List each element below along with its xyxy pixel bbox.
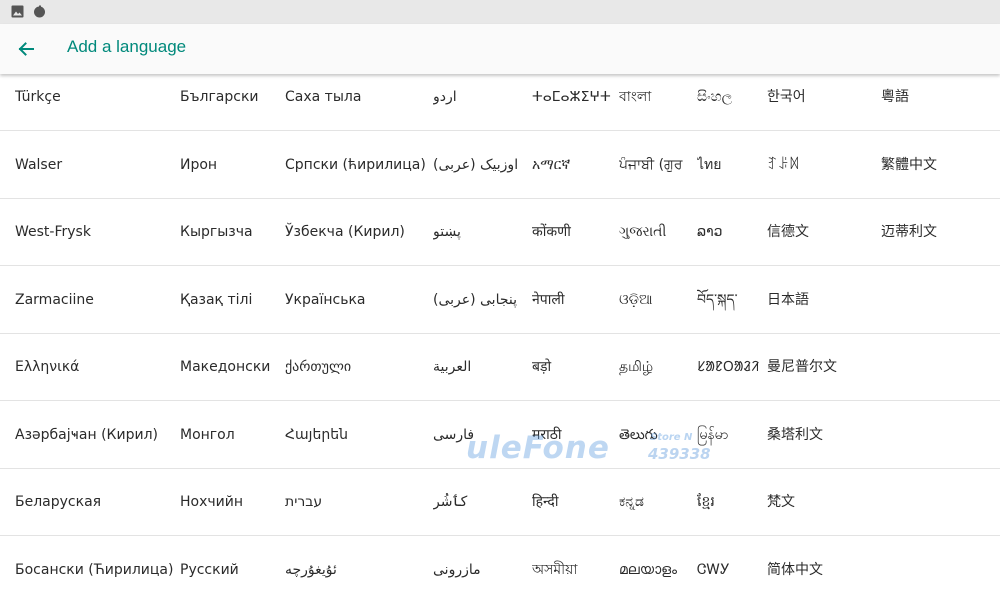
language-option[interactable]: हिन्दी [532, 480, 617, 524]
language-option[interactable]: 梵文 [767, 480, 879, 524]
language-option[interactable]: Нохчийн [180, 480, 283, 524]
language-option[interactable]: اوزبیک (عربی) [433, 143, 530, 187]
app-notification-icon [34, 5, 45, 18]
language-option[interactable]: বাংলা [619, 75, 695, 119]
language-option[interactable]: עברית [285, 480, 431, 524]
language-option[interactable]: ᱥᱟᱱᱛᱟᱲᱤ [697, 345, 765, 389]
language-option[interactable]: Ирон [180, 143, 283, 187]
language-grid: Türkçe Български Саха тыла اردو ⵜⴰⵎⴰⵣⵉⵖⵜ বাংল… [0, 75, 1000, 593]
page-title: Add a language [67, 37, 187, 56]
language-option[interactable]: 信德文 [767, 210, 879, 254]
language-option[interactable]: Zarmaciine [15, 278, 178, 322]
language-option[interactable]: العربية [433, 345, 530, 389]
language-option[interactable]: Русский [180, 548, 283, 592]
language-row: Босански (Ћирилица) Русский ئۇيغۇرچە مازرون… [0, 536, 1000, 593]
language-option[interactable]: मराठी [532, 413, 617, 457]
language-option[interactable]: မြန်မာ [697, 413, 765, 457]
image-icon [11, 5, 24, 18]
language-option[interactable]: 桑塔利文 [767, 413, 879, 457]
language-option[interactable]: Ўзбекча (Кирил) [285, 210, 431, 254]
language-option[interactable]: Български [180, 75, 283, 119]
language-option[interactable]: Македонски [180, 345, 283, 389]
language-row: West-Frysk Кыргызча Ўзбекча (Кирил) پښتو कों… [0, 198, 1000, 266]
language-option[interactable]: Українська [285, 278, 431, 322]
language-row: Азәрбајҹан (Кирил) Монгол Հայերեն فارسی मराठ… [0, 401, 1000, 469]
language-option[interactable]: Türkçe [15, 75, 178, 119]
language-option[interactable]: Саха тыла [285, 75, 431, 119]
language-option[interactable]: සිංහල [697, 75, 765, 119]
language-option[interactable]: Азәрбајҹан (Кирил) [15, 413, 178, 457]
language-option[interactable]: Ελληνικά [15, 345, 178, 389]
language-option[interactable]: ਪੰਜਾਬੀ (ਗੁਰ [619, 143, 695, 187]
language-row: Беларуская Нохчийн עברית کٲشُر हिन्दी ಕನ್ನಡ ខ្… [0, 468, 1000, 536]
language-row: Walser Ирон Српски (ћирилица) اوزبیک (عربی)… [0, 131, 1000, 199]
language-option[interactable]: অসমীয়া [532, 548, 617, 592]
language-option[interactable]: ગુજરાતી [619, 210, 695, 254]
language-option[interactable]: اردو [433, 75, 530, 119]
language-option[interactable]: Қазақ тілі [180, 278, 283, 322]
language-option[interactable]: 简体中文 [767, 548, 879, 592]
language-option[interactable]: తెలుగు [619, 413, 695, 457]
language-option[interactable]: فارسی [433, 413, 530, 457]
language-option[interactable]: Српски (ћирилица) [285, 143, 431, 187]
app-bar: Add a language [0, 24, 1000, 74]
language-option[interactable]: پنجابی (عربی) [433, 278, 530, 322]
language-option[interactable]: Босански (Ћирилица) [15, 548, 178, 592]
language-option[interactable]: ខ្មែរ [697, 480, 765, 524]
language-option[interactable]: ⵜⴰⵎⴰⵣⵉⵖⵜ [532, 75, 617, 119]
language-option[interactable]: کٲشُر [433, 480, 530, 524]
language-option[interactable]: कोंकणी [532, 210, 617, 254]
language-row: Türkçe Български Саха тыла اردو ⵜⴰⵎⴰⵣⵉⵖⵜ বাংল… [0, 75, 1000, 131]
language-option[interactable]: West-Frysk [15, 210, 178, 254]
language-option[interactable]: پښتو [433, 210, 530, 254]
language-option[interactable]: 한국어 [767, 75, 879, 119]
language-option[interactable]: Монгол [180, 413, 283, 457]
language-option[interactable]: ᏣᎳᎩ [697, 548, 765, 592]
language-option[interactable]: 迈蒂利文 [881, 210, 991, 254]
language-option[interactable]: தமிழ் [619, 345, 695, 389]
language-option[interactable]: ଓଡ଼ିଆ [619, 278, 695, 322]
language-option[interactable]: 曼尼普尔文 [767, 345, 879, 389]
status-bar [0, 0, 1000, 24]
language-option[interactable]: Беларуская [15, 480, 178, 524]
language-option[interactable]: ລາວ [697, 210, 765, 254]
language-option[interactable]: ಕನ್ನಡ [619, 480, 695, 524]
language-option[interactable]: Кыргызча [180, 210, 283, 254]
arrow-back-icon [18, 42, 34, 56]
back-button[interactable] [8, 31, 44, 67]
language-option[interactable]: བོད་སྐད་ [697, 278, 765, 322]
language-row: Ελληνικά Македонски ქართული العربية बड़ो தமிழ… [0, 333, 1000, 401]
language-option[interactable]: ئۇيغۇرچە [285, 548, 431, 592]
language-option[interactable]: ไทย [697, 143, 765, 187]
language-option[interactable]: नेपाली [532, 278, 617, 322]
language-option[interactable]: አማርኛ [532, 143, 617, 187]
language-option[interactable]: 繁體中文 [881, 143, 991, 187]
language-option[interactable]: Walser [15, 143, 178, 187]
language-option[interactable]: 粵語 [881, 75, 991, 119]
language-option[interactable]: ꆈꌠꉙ [767, 143, 879, 187]
language-option[interactable]: बड़ो [532, 345, 617, 389]
language-option[interactable]: مازرونی [433, 548, 530, 592]
language-option[interactable]: മലയാളം [619, 548, 695, 592]
language-option[interactable]: 日本語 [767, 278, 879, 322]
language-option[interactable]: Հայերեն [285, 413, 431, 457]
language-row: Zarmaciine Қазақ тілі Українська پنجابی (عر… [0, 266, 1000, 334]
language-option[interactable]: ქართული [285, 345, 431, 389]
